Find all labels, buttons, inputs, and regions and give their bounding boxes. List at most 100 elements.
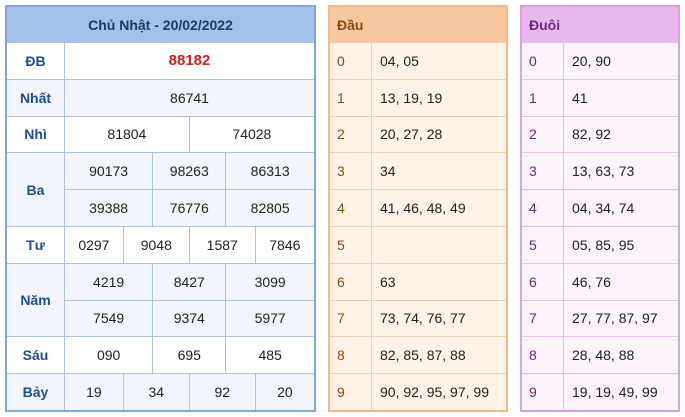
prize-bay-value: 92 bbox=[188, 373, 256, 412]
row-label-db: ĐB bbox=[5, 42, 65, 80]
row-label-nam: Năm bbox=[5, 262, 65, 338]
dau-table: Đầu 0 04, 05 1 13, 19, 19 2 20, 27, 28 3 34 … bbox=[328, 5, 508, 412]
dau-key: 3 bbox=[328, 152, 372, 191]
row-label-nhat: Nhất bbox=[5, 78, 65, 117]
duoi-table: Đuôi 0 20, 90 1 41 2 82, 92 3 13, 63, 73 4 04… bbox=[520, 5, 680, 412]
prize-sau-value: 485 bbox=[225, 336, 316, 375]
prize-nam-value: 5977 bbox=[225, 299, 316, 338]
duoi-values: 05, 85, 95 bbox=[563, 225, 680, 264]
row-label-tu: Tư bbox=[5, 225, 65, 264]
duoi-key: 1 bbox=[520, 78, 564, 117]
duoi-values: 28, 48, 88 bbox=[563, 336, 680, 375]
prize-ba-value: 90173 bbox=[63, 152, 154, 191]
dau-values: 20, 27, 28 bbox=[371, 115, 508, 154]
duoi-key: 2 bbox=[520, 115, 564, 154]
dau-values: 41, 46, 48, 49 bbox=[371, 189, 508, 227]
dau-row: 9 90, 92, 95, 97, 99 bbox=[328, 373, 508, 412]
prize-ba-value: 39388 bbox=[63, 189, 154, 227]
dau-key: 7 bbox=[328, 299, 372, 338]
prize-ba-value: 98263 bbox=[152, 152, 227, 191]
prize-nhi-value: 81804 bbox=[64, 115, 190, 154]
row-label-sau: Sáu bbox=[5, 336, 65, 375]
duoi-row: 8 28, 48, 88 bbox=[520, 336, 680, 375]
prize-bay-value: 20 bbox=[254, 373, 316, 412]
dau-row: 8 82, 85, 87, 88 bbox=[328, 336, 508, 375]
duoi-key: 4 bbox=[520, 189, 564, 227]
duoi-row: 5 05, 85, 95 bbox=[520, 225, 680, 264]
duoi-values: 19, 19, 49, 99 bbox=[563, 373, 680, 412]
duoi-values: 27, 77, 87, 97 bbox=[563, 299, 680, 338]
duoi-row: 9 19, 19, 49, 99 bbox=[520, 373, 680, 412]
duoi-values: 04, 34, 74 bbox=[563, 189, 680, 227]
dau-key: 0 bbox=[328, 42, 372, 80]
row-label-nhi: Nhì bbox=[5, 115, 65, 154]
prize-tu-value: 0297 bbox=[64, 225, 124, 264]
prize-bay-value: 34 bbox=[122, 373, 190, 412]
dau-values: 63 bbox=[371, 262, 508, 301]
duoi-key: 6 bbox=[520, 262, 564, 301]
dau-values bbox=[371, 225, 508, 264]
row-db: ĐB 88182 bbox=[5, 42, 316, 80]
dau-row: 1 13, 19, 19 bbox=[328, 78, 508, 117]
duoi-row: 2 82, 92 bbox=[520, 115, 680, 154]
duoi-values: 20, 90 bbox=[563, 42, 680, 80]
duoi-key: 9 bbox=[520, 373, 564, 412]
dau-values: 04, 05 bbox=[371, 42, 508, 80]
prize-db-value: 88182 bbox=[64, 42, 316, 80]
prize-nam-value: 3099 bbox=[225, 262, 316, 301]
prize-nhi-value: 74028 bbox=[188, 115, 316, 154]
duoi-row: 1 41 bbox=[520, 78, 680, 117]
duoi-row: 3 13, 63, 73 bbox=[520, 152, 680, 191]
prize-nhat-value: 86741 bbox=[64, 78, 316, 117]
dau-values: 13, 19, 19 bbox=[371, 78, 508, 117]
dau-row: 3 34 bbox=[328, 152, 508, 191]
row-tu: Tư 0297 9048 1587 7846 bbox=[5, 225, 316, 264]
duoi-values: 82, 92 bbox=[563, 115, 680, 154]
prize-sau-value: 695 bbox=[152, 336, 227, 375]
prize-ba-value: 76776 bbox=[152, 189, 227, 227]
prize-tu-value: 7846 bbox=[254, 225, 316, 264]
row-ba-1: Ba 90173 98263 86313 bbox=[5, 152, 316, 227]
dau-key: 6 bbox=[328, 262, 372, 301]
dau-values: 82, 85, 87, 88 bbox=[371, 336, 508, 375]
prize-ba-value: 86313 bbox=[225, 152, 316, 191]
prize-tu-value: 9048 bbox=[122, 225, 190, 264]
duoi-row: 0 20, 90 bbox=[520, 42, 680, 80]
prize-tu-value: 1587 bbox=[188, 225, 256, 264]
dau-key: 1 bbox=[328, 78, 372, 117]
duoi-values: 41 bbox=[563, 78, 680, 117]
duoi-key: 3 bbox=[520, 152, 564, 191]
results-table: Chủ Nhật - 20/02/2022 ĐB 88182 Nhất 8674… bbox=[5, 5, 316, 412]
dau-values: 34 bbox=[371, 152, 508, 191]
row-nam-1: Năm 4219 8427 3099 bbox=[5, 262, 316, 338]
dau-header-blank bbox=[371, 5, 508, 43]
dau-key: 2 bbox=[328, 115, 372, 154]
dau-values: 90, 92, 95, 97, 99 bbox=[371, 373, 508, 412]
duoi-row: 6 46, 76 bbox=[520, 262, 680, 301]
dau-row: 2 20, 27, 28 bbox=[328, 115, 508, 154]
prize-nam-value: 7549 bbox=[63, 299, 154, 338]
dau-row: 4 41, 46, 48, 49 bbox=[328, 189, 508, 227]
prize-ba-value: 82805 bbox=[225, 189, 316, 227]
duoi-key: 5 bbox=[520, 225, 564, 264]
row-nhat: Nhất 86741 bbox=[5, 78, 316, 117]
row-nhi: Nhì 81804 74028 bbox=[5, 115, 316, 154]
dau-key: 4 bbox=[328, 189, 372, 227]
dau-row: 5 bbox=[328, 225, 508, 264]
prize-nam-value: 8427 bbox=[152, 262, 227, 301]
row-bay: Bảy 19 34 92 20 bbox=[5, 373, 316, 412]
results-date-title: Chủ Nhật - 20/02/2022 bbox=[5, 5, 316, 43]
row-sau: Sáu 090 695 485 bbox=[5, 336, 316, 375]
prize-sau-value: 090 bbox=[63, 336, 154, 375]
duoi-values: 13, 63, 73 bbox=[563, 152, 680, 191]
dau-row: 0 04, 05 bbox=[328, 42, 508, 80]
dau-key: 5 bbox=[328, 225, 372, 264]
dau-values: 73, 74, 76, 77 bbox=[371, 299, 508, 338]
dau-key: 8 bbox=[328, 336, 372, 375]
row-label-bay: Bảy bbox=[5, 373, 65, 412]
prize-nam-value: 9374 bbox=[152, 299, 227, 338]
dau-header: Đầu bbox=[328, 5, 372, 43]
duoi-row: 7 27, 77, 87, 97 bbox=[520, 299, 680, 338]
duoi-key: 7 bbox=[520, 299, 564, 338]
prize-bay-value: 19 bbox=[64, 373, 124, 412]
